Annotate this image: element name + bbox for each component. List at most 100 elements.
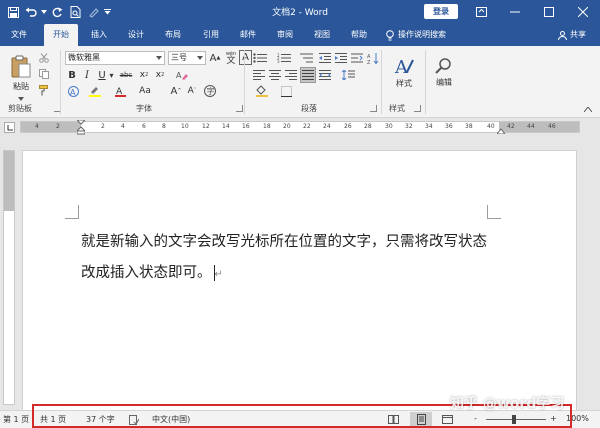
font-name-combo[interactable]: 微软雅黑 [65,51,165,65]
text-effects-button[interactable]: A [66,84,80,98]
underline-dropdown-button[interactable]: ▾ [108,68,115,82]
grow-font-button-2[interactable]: A ^ [170,84,182,98]
paragraph-mark: ↵ [214,269,223,280]
phonetic-guide-button[interactable]: wén 文 [224,50,238,66]
ruler-tick: 42 [507,123,515,130]
copy-button[interactable] [37,67,51,81]
strikethrough-button[interactable]: abc [117,68,135,82]
decrease-indent-button[interactable] [318,51,332,65]
line-spacing-button[interactable] [340,68,356,82]
multilevel-list-button[interactable] [298,51,314,65]
ruler-row: 4 2 2 4 6 8 10 12 14 16 18 20 22 24 26 2… [0,118,600,136]
italic-button[interactable]: I [81,68,93,82]
chevron-up-icon [584,106,592,112]
close-icon [578,7,588,17]
distributed-button[interactable] [318,68,332,82]
ruler-tick: 34 [425,123,433,130]
document-area: 就是新输入的文字会改写光标所在位置的文字，只需将改写状态改成插入状态即可。 ↵ [0,136,600,410]
minimize-icon [510,11,520,13]
numbering-button[interactable]: 123 [274,51,294,65]
tab-file[interactable]: 文件 [4,24,34,46]
font-size-combo[interactable]: 三号 [168,51,206,65]
ribbon-tabs: 文件 开始 插入 设计 布局 引用 邮件 审阅 视图 帮助 操作说明搜索 共享 [0,24,600,46]
align-left-button[interactable] [252,68,266,82]
font-color-icon: A [114,87,126,97]
editing-button[interactable]: 编辑 [431,50,457,94]
ruler-tick: 20 [283,123,291,130]
enclose-icon: 字 [204,85,216,97]
person-icon [558,30,567,40]
align-left-icon [253,70,265,80]
tab-help[interactable]: 帮助 [344,24,374,46]
document-body[interactable]: 就是新输入的文字会改写光标所在位置的文字，只需将改写状态改成插入状态即可。 ↵ [81,227,501,290]
right-indent-marker[interactable] [497,126,505,134]
bullets-button[interactable] [250,51,270,65]
paste-button[interactable]: 粘贴 [8,50,34,96]
left-tab-icon [7,124,13,130]
tab-selector-button[interactable] [4,122,15,133]
eraser-icon: A [176,71,188,80]
tab-mailings[interactable]: 邮件 [233,24,263,46]
bold-button[interactable]: B [66,68,78,82]
clipboard-group-label: 剪贴板 [8,104,32,113]
shrink-font-button[interactable]: Aˇ [186,84,198,98]
document-page[interactable]: 就是新输入的文字会改写光标所在位置的文字，只需将改写状态改成插入状态即可。 ↵ [22,150,577,410]
chinese-layout-button[interactable] [350,51,364,65]
vertical-ruler[interactable] [3,150,15,405]
paragraph-launcher-button[interactable] [370,105,377,112]
align-center-button[interactable] [268,68,282,82]
login-button[interactable]: 登录 [424,4,458,19]
tab-insert[interactable]: 插入 [84,24,114,46]
chevron-down-icon [156,56,162,60]
underline-button[interactable]: U [96,68,108,82]
styles-button[interactable]: A 样式 [391,50,417,94]
group-separator [60,50,61,114]
format-painter-button[interactable] [37,83,51,97]
tab-home[interactable]: 开始 [44,24,78,46]
align-right-button[interactable] [284,68,298,82]
tab-references[interactable]: 引用 [196,24,226,46]
group-separator [381,50,382,114]
page-indicator[interactable]: 第 1 页 [3,414,29,425]
superscript-button[interactable]: x2 [153,68,167,82]
change-case-button[interactable]: Aa [138,84,152,98]
minimize-button[interactable] [498,0,532,24]
close-button[interactable] [566,0,600,24]
lightbulb-icon [386,29,394,40]
grow-font-button[interactable]: A ▲ [209,51,221,65]
ribbon-display-options-button[interactable] [464,0,498,24]
format-painter-icon [39,84,48,95]
styles-launcher-button[interactable] [414,105,421,112]
tab-view[interactable]: 视图 [307,24,337,46]
paste-options-button[interactable] [14,96,28,102]
tab-layout[interactable]: 布局 [158,24,188,46]
styles-group-label: 样式 [389,104,405,113]
increase-indent-button[interactable] [334,51,348,65]
shading-button[interactable] [254,84,270,98]
collapse-ribbon-button[interactable] [582,104,594,114]
styles-label: 样式 [396,78,412,88]
svg-text:A: A [176,71,182,80]
svg-text:字: 字 [207,86,215,96]
tab-review[interactable]: 审阅 [270,24,300,46]
font-color-button[interactable]: A [113,84,127,98]
cut-button[interactable] [37,51,51,65]
subscript-button[interactable]: x2 [137,68,151,82]
enclose-characters-button[interactable]: 字 [203,84,217,98]
paint-bucket-icon [256,85,268,97]
margin-corner-top-right [487,205,501,219]
justify-icon [302,70,314,80]
borders-button[interactable] [278,84,294,98]
share-button[interactable]: 共享 [558,24,586,46]
indent-marker[interactable] [77,120,85,136]
font-launcher-button[interactable] [236,105,243,112]
tell-me-search[interactable]: 操作说明搜索 [386,24,466,46]
justify-button[interactable] [300,67,316,83]
clear-formatting-button[interactable]: A [174,68,190,82]
highlight-button[interactable] [88,84,102,98]
sort-button[interactable]: AZ [366,51,380,65]
tab-design[interactable]: 设计 [121,24,151,46]
ruler-tick: 4 [35,123,39,130]
maximize-button[interactable] [532,0,566,24]
horizontal-ruler[interactable]: 4 2 2 4 6 8 10 12 14 16 18 20 22 24 26 2… [20,120,580,136]
